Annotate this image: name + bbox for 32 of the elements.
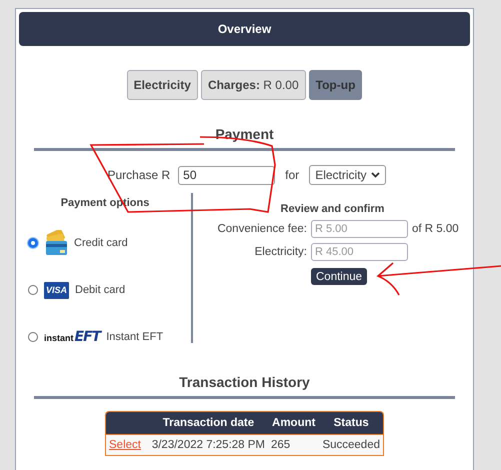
option-label: Debit card	[75, 284, 126, 296]
product-dropdown[interactable]: Electricity	[309, 165, 386, 185]
column-header: Transaction date	[148, 412, 268, 435]
chevron-down-icon	[370, 172, 380, 178]
option-label: Instant EFT	[106, 331, 164, 343]
input-field[interactable]: R 5.00	[311, 220, 408, 238]
radio-button[interactable]	[28, 238, 38, 248]
column-header: Status	[319, 412, 383, 435]
field-label: Electricity:	[254, 246, 307, 258]
field-label: Convenience fee:	[216, 223, 307, 235]
table-cell: 3/23/2022 7:25:28 PM	[152, 439, 266, 451]
table-cell: Succeeded	[322, 439, 380, 451]
for-label: for	[285, 168, 300, 182]
credit-cards-icon	[44, 230, 68, 256]
fee-note: of R 5.00	[412, 223, 459, 235]
column-title: Review and confirm	[280, 203, 386, 215]
section-title: Payment	[214, 126, 275, 142]
visa-card-icon: VISA	[44, 282, 69, 298]
purchase-label: Purchase R	[107, 168, 170, 182]
amount-field[interactable]: 50	[178, 166, 276, 184]
table-cell: 265	[271, 439, 290, 451]
continue-button[interactable]: Continue	[311, 268, 368, 285]
option-label: Credit card	[74, 237, 128, 249]
instant-eft-logo: instantEFT	[44, 329, 100, 345]
overview-header: Overview	[19, 12, 470, 46]
section-title: Transaction History	[178, 374, 311, 390]
input-field[interactable]: R 45.00	[311, 243, 408, 261]
radio-button[interactable]	[28, 332, 38, 342]
radio-button[interactable]	[28, 285, 38, 295]
tab[interactable]: Electricity	[126, 70, 198, 100]
column-header: Amount	[268, 412, 320, 435]
tab[interactable]: Charges: R 0.00	[200, 70, 306, 100]
